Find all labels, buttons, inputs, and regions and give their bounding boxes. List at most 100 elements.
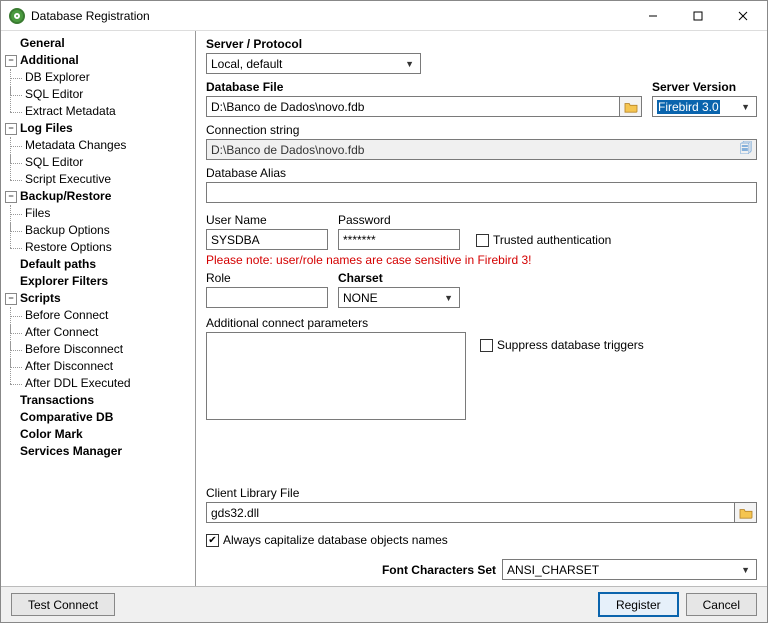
connection-string-label: Connection string (206, 123, 757, 137)
client-lib-field (206, 502, 757, 523)
tree-label: Services Manager (20, 444, 122, 459)
close-button[interactable] (720, 2, 765, 30)
tree-extract-metadata[interactable]: Extract Metadata (19, 103, 195, 120)
collapse-icon[interactable]: − (5, 191, 17, 203)
tree-additional[interactable]: −Additional (3, 52, 195, 69)
footer: Test Connect Register Cancel (1, 586, 767, 622)
case-sensitive-note: Please note: user/role names are case se… (206, 253, 757, 267)
tree-after-ddl[interactable]: After DDL Executed (19, 375, 195, 392)
tree-label: Default paths (20, 257, 96, 272)
database-file-input[interactable] (206, 96, 620, 117)
tree-transactions[interactable]: Transactions (3, 392, 195, 409)
tree-default-paths[interactable]: Default paths (3, 256, 195, 273)
suppress-triggers-checkbox[interactable]: Suppress database triggers (480, 338, 644, 352)
tree-after-disconnect[interactable]: After Disconnect (19, 358, 195, 375)
register-button[interactable]: Register (599, 593, 678, 616)
tree-before-disconnect[interactable]: Before Disconnect (19, 341, 195, 358)
tree-sql-editor[interactable]: SQL Editor (19, 86, 195, 103)
connection-string-field: D:\Banco de Dados\novo.fdb 🗐 (206, 139, 757, 160)
role-input[interactable] (206, 287, 328, 308)
server-version-label: Server Version (652, 80, 757, 94)
tree-label: Additional (20, 53, 79, 68)
tree-backup-options[interactable]: Backup Options (19, 222, 195, 239)
username-label: User Name (206, 213, 328, 227)
tree-label: Comparative DB (20, 410, 113, 425)
tree-label: SQL Editor (25, 87, 83, 102)
collapse-icon[interactable]: − (5, 55, 17, 67)
tree-label: Explorer Filters (20, 274, 108, 289)
tree-sql-editor-log[interactable]: SQL Editor (19, 154, 195, 171)
database-alias-input[interactable] (206, 182, 757, 203)
tree-label: Files (25, 206, 50, 221)
tree-label: Backup/Restore (20, 189, 111, 204)
client-lib-input[interactable] (206, 502, 735, 523)
checkbox-box (476, 234, 489, 247)
checkbox-label: Suppress database triggers (497, 338, 644, 352)
server-protocol-select[interactable]: Local, default ▼ (206, 53, 421, 74)
password-input[interactable] (338, 229, 460, 250)
sidebar-tree: General −Additional DB Explorer SQL Edit… (1, 31, 196, 586)
database-alias-label: Database Alias (206, 166, 757, 180)
tree-log-files[interactable]: −Log Files (3, 120, 195, 137)
minimize-button[interactable] (630, 2, 675, 30)
tree-scripts[interactable]: −Scripts (3, 290, 195, 307)
charset-select[interactable]: NONE ▼ (338, 287, 460, 308)
capitalize-checkbox[interactable]: ✔ Always capitalize database objects nam… (206, 533, 757, 547)
additional-params-input[interactable] (206, 332, 466, 420)
collapse-icon[interactable]: − (5, 293, 17, 305)
tree-general[interactable]: General (3, 35, 195, 52)
checkbox-box (480, 339, 493, 352)
select-value: Local, default (211, 57, 282, 71)
cancel-button[interactable]: Cancel (686, 593, 757, 616)
browse-button[interactable] (620, 96, 642, 117)
browse-button[interactable] (735, 502, 757, 523)
tree-label: DB Explorer (25, 70, 90, 85)
app-icon (9, 8, 25, 24)
select-value: NONE (343, 291, 378, 305)
maximize-button[interactable] (675, 2, 720, 30)
tree-label: Color Mark (20, 427, 83, 442)
server-version-select[interactable]: Firebird 3.0 ▼ (652, 96, 757, 117)
username-input[interactable] (206, 229, 328, 250)
tree-label: Script Executive (25, 172, 111, 187)
database-file-field (206, 96, 642, 117)
password-label: Password (338, 213, 460, 227)
tree-color-mark[interactable]: Color Mark (3, 426, 195, 443)
tree-label: Transactions (20, 393, 94, 408)
tree-label: After DDL Executed (25, 376, 131, 391)
folder-open-icon (739, 507, 753, 519)
tree-files[interactable]: Files (19, 205, 195, 222)
chevron-down-icon: ▼ (737, 565, 754, 575)
tree-restore-options[interactable]: Restore Options (19, 239, 195, 256)
select-value: ANSI_CHARSET (507, 563, 599, 577)
tree-backup-restore[interactable]: −Backup/Restore (3, 188, 195, 205)
tree-label: Extract Metadata (25, 104, 116, 119)
tree-label: Metadata Changes (25, 138, 126, 153)
tree-label: Restore Options (25, 240, 112, 255)
copy-icon[interactable]: 🗐 (740, 139, 752, 160)
titlebar: Database Registration (1, 1, 767, 31)
client-lib-label: Client Library File (206, 486, 757, 500)
checkbox-label: Always capitalize database objects names (223, 533, 448, 547)
chevron-down-icon: ▼ (401, 59, 418, 69)
tree-label: Before Connect (25, 308, 108, 323)
tree-explorer-filters[interactable]: Explorer Filters (3, 273, 195, 290)
tree-comparative-db[interactable]: Comparative DB (3, 409, 195, 426)
tree-label: SQL Editor (25, 155, 83, 170)
tree-label: General (20, 36, 65, 51)
main-panel: Server / Protocol Local, default ▼ Datab… (196, 31, 767, 586)
trusted-auth-checkbox[interactable]: Trusted authentication (476, 233, 611, 247)
test-connect-button[interactable]: Test Connect (11, 593, 115, 616)
tree-services-manager[interactable]: Services Manager (3, 443, 195, 460)
collapse-icon[interactable]: − (5, 123, 17, 135)
font-charset-select[interactable]: ANSI_CHARSET ▼ (502, 559, 757, 580)
tree-before-connect[interactable]: Before Connect (19, 307, 195, 324)
connection-string-value: D:\Banco de Dados\novo.fdb (211, 143, 364, 157)
tree-after-connect[interactable]: After Connect (19, 324, 195, 341)
tree-label: Backup Options (25, 223, 110, 238)
checkbox-box: ✔ (206, 534, 219, 547)
tree-db-explorer[interactable]: DB Explorer (19, 69, 195, 86)
tree-script-executive[interactable]: Script Executive (19, 171, 195, 188)
server-protocol-label: Server / Protocol (206, 37, 757, 51)
tree-metadata-changes[interactable]: Metadata Changes (19, 137, 195, 154)
